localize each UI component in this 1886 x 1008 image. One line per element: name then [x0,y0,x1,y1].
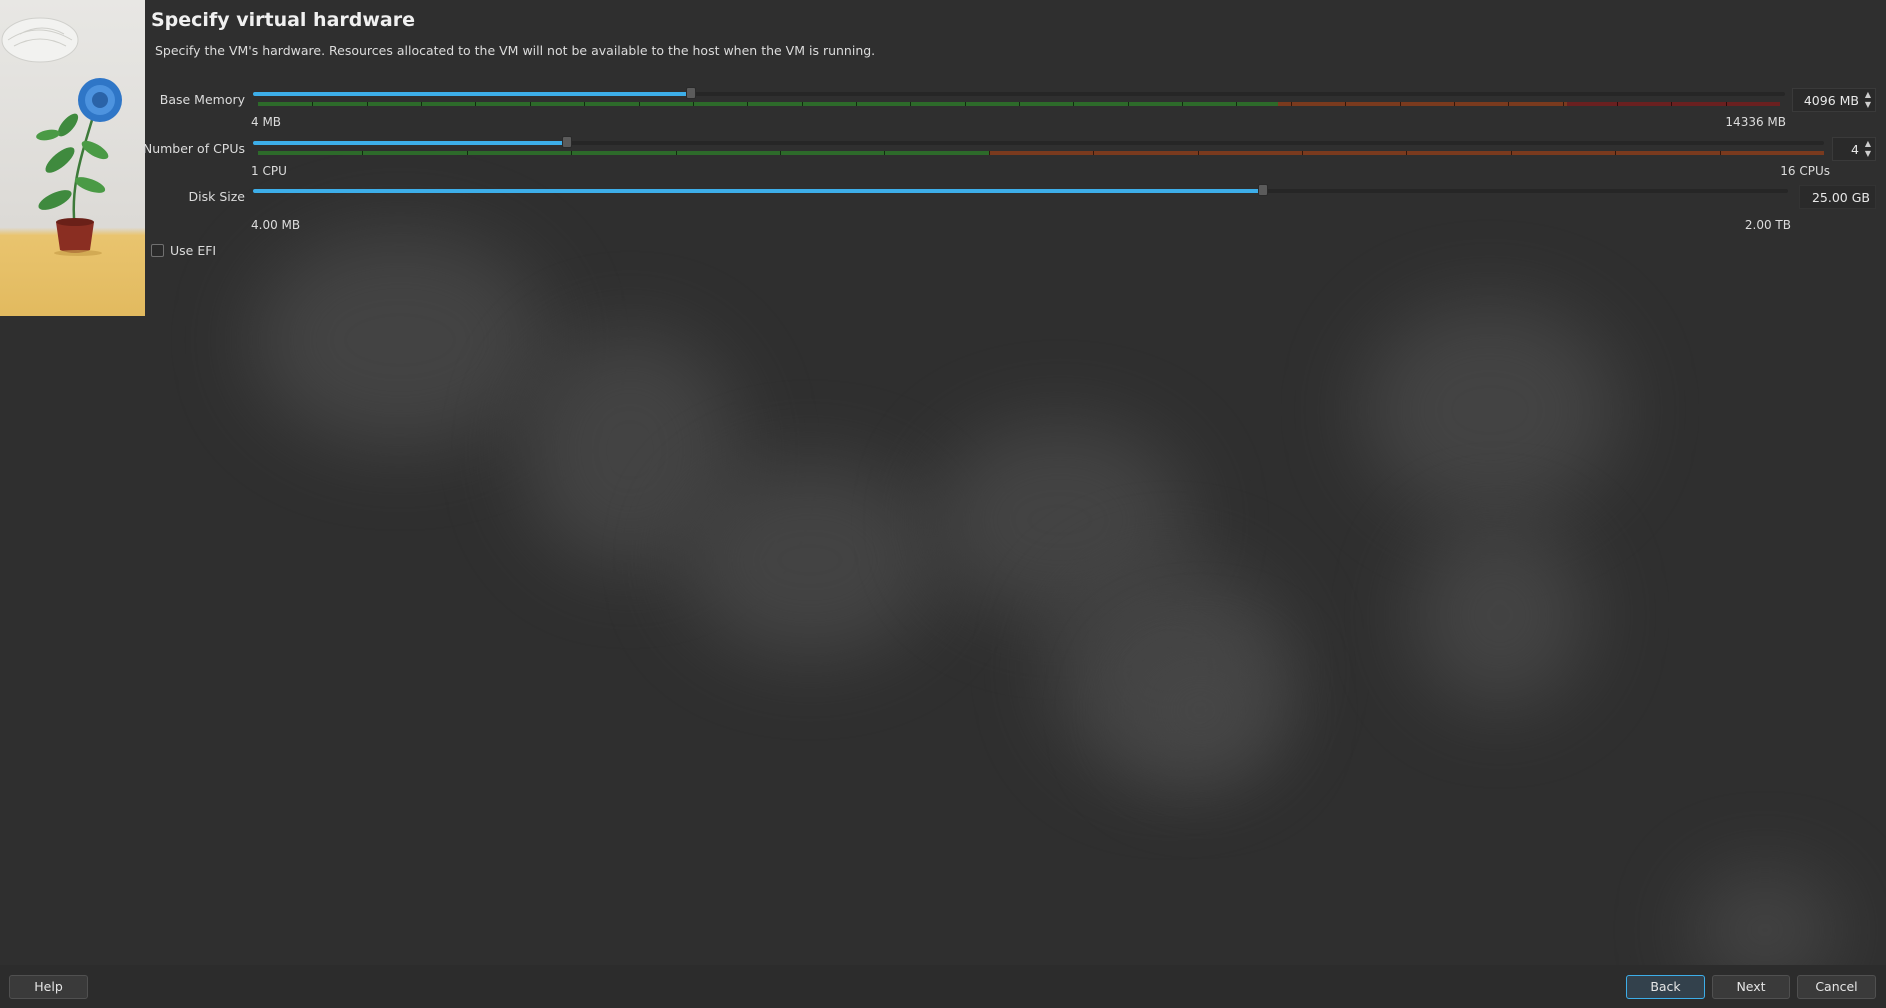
range-tick [1236,102,1238,106]
range-tick [801,102,803,106]
cpu-count-slider-handle[interactable] [562,136,573,148]
range-tick [1453,102,1455,106]
range-tick [475,102,477,106]
range-tick [1562,102,1564,106]
disk-size-min-label: 4.00 MB [251,218,301,232]
range-tick [584,102,586,106]
cpu-count-label: Number of CPUs [142,141,245,156]
spin-down-icon[interactable]: ▼ [1864,101,1872,109]
watermark-blob [250,230,550,450]
help-button[interactable]: Help [9,975,88,999]
base-memory-value: 4096 MB [1803,93,1859,108]
disk-size-max-label: 2.00 TB [1744,218,1791,232]
watermark-blob [1410,520,1590,710]
range-tick [571,151,573,155]
range-tick [692,102,694,106]
spin-down-icon[interactable]: ▼ [1864,150,1872,158]
base-memory-max-label: 14336 MB [1725,115,1786,129]
page-title: Specify virtual hardware [151,9,415,31]
range-tick [1719,151,1721,155]
disk-size-slider-handle[interactable] [1258,184,1269,196]
range-tick [675,151,677,155]
spin-up-icon[interactable]: ▲ [1864,91,1872,99]
watermark-blob [1360,300,1620,520]
range-tick [1616,102,1618,106]
range-tick [1093,151,1095,155]
range-tick [855,102,857,106]
range-tick [1345,102,1347,106]
range-tick [779,151,781,155]
base-memory-slider-fill [253,92,692,96]
base-memory-slider-handle[interactable] [686,87,697,99]
base-memory-spinbox[interactable]: 4096 MB ▲ ▼ [1792,88,1876,112]
watermark-blob [1120,640,1280,780]
range-tick [1019,102,1020,106]
base-memory-label: Base Memory [159,92,245,107]
base-memory-range-indicator [258,102,1780,106]
cpu-count-min-label: 1 CPU [251,164,287,178]
range-tick [362,151,364,155]
range-tick [1725,102,1727,106]
wizard-footer [0,965,1886,1008]
range-tick [529,102,531,106]
range-tick [1301,151,1303,155]
watermark-blob [680,460,940,660]
flower-pot-illustration [1,17,122,256]
range-tick [1127,102,1129,106]
range-tick [910,102,912,106]
cpu-count-slider-fill [253,141,568,145]
disk-size-input[interactable]: 25.00 GB [1799,185,1876,209]
range-tick [366,102,368,106]
range-tick [1615,151,1617,155]
range-tick [638,102,640,106]
base-memory-slider[interactable] [253,87,1785,103]
use-efi-label: Use EFI [170,243,217,258]
disk-size-value: 25.00 GB [1811,190,1870,205]
back-button[interactable]: Back [1626,975,1705,999]
base-memory-min-label: 4 MB [251,115,282,129]
range-tick [884,151,886,155]
wizard-side-illustration [0,0,145,316]
cpu-count-max-label: 16 CPUs [1780,164,1830,178]
use-efi-option[interactable]: Use EFI [151,243,216,258]
range-tick [1406,151,1408,155]
range-tick [1197,151,1199,155]
range-tick [1290,102,1292,106]
disk-size-label: Disk Size [188,189,245,204]
range-tick [1510,151,1512,155]
next-button[interactable]: Next [1712,975,1790,999]
range-tick [1508,102,1510,106]
spin-up-icon[interactable]: ▲ [1864,140,1872,148]
disk-size-slider[interactable] [253,184,1788,200]
range-tick [1073,102,1075,106]
range-tick [421,102,423,106]
range-warn-segment [1277,102,1567,106]
use-efi-checkbox[interactable] [151,244,164,257]
range-tick [988,151,990,155]
range-danger-segment [1566,102,1780,106]
range-ok-segment [258,102,1278,106]
range-tick [466,151,468,155]
range-tick [1399,102,1401,106]
cancel-button[interactable]: Cancel [1797,975,1876,999]
cpu-count-value: 4 [1851,142,1859,157]
cpu-count-range-indicator [258,151,1824,155]
page-subtitle: Specify the VM's hardware. Resources all… [155,43,876,58]
range-tick [1671,102,1673,106]
range-tick [1182,102,1184,106]
range-tick [312,102,314,106]
cpu-count-slider[interactable] [253,136,1824,152]
disk-size-slider-fill [253,189,1264,193]
range-ok-segment [258,151,990,155]
range-tick [747,102,749,106]
range-tick [964,102,966,106]
cpu-count-spinbox[interactable]: 4 ▲ ▼ [1832,137,1876,161]
